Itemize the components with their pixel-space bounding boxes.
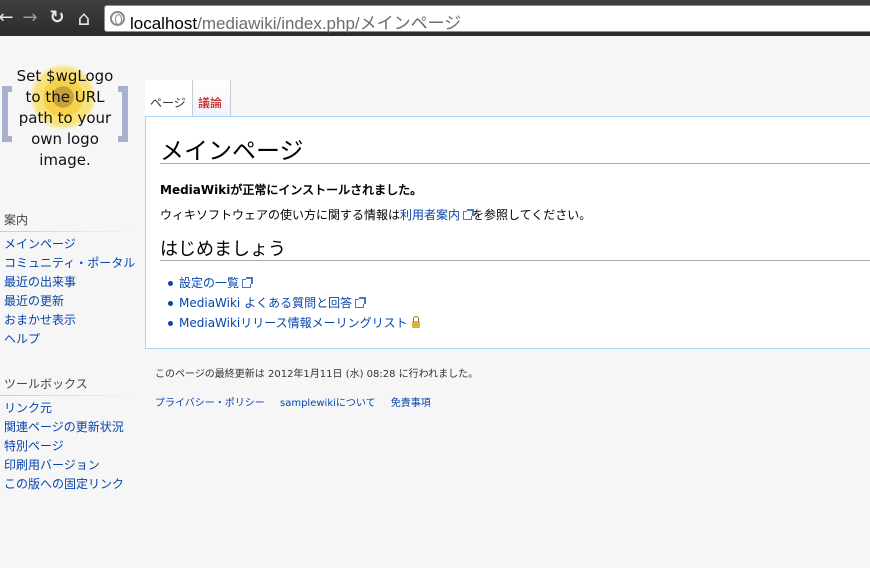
sidebar-item-main-page[interactable]: メインページ bbox=[4, 235, 135, 254]
page-title: メインページ bbox=[160, 137, 304, 165]
user-guide-link[interactable]: 利用者案内 bbox=[400, 208, 460, 222]
mailing-list-link[interactable]: MediaWikiリリース情報メーリングリスト bbox=[179, 316, 408, 330]
lock-icon bbox=[411, 316, 420, 328]
navigation-divider bbox=[0, 231, 140, 232]
footer-links: プライバシー・ポリシー samplewikiについて 免責事項 bbox=[155, 394, 443, 409]
url-host: localhost bbox=[130, 14, 198, 33]
sidebar-item-permanent-link[interactable]: この版への固定リンク bbox=[4, 475, 124, 494]
list-item: MediaWikiリリース情報メーリングリスト bbox=[166, 313, 420, 333]
sidebar-item-what-links-here[interactable]: リンク元 bbox=[4, 399, 124, 418]
info-prefix: ウィキソフトウェアの使い方に関する情報は bbox=[160, 208, 401, 222]
navigation-heading: 案内 bbox=[4, 213, 29, 227]
config-settings-link[interactable]: 設定の一覧 bbox=[179, 276, 239, 290]
logo-line: Set $wgLogo bbox=[16, 67, 114, 85]
logo-line: own logo bbox=[31, 130, 99, 148]
external-link-icon bbox=[242, 277, 254, 288]
address-url: localhost/mediawiki/index.php/メインページ bbox=[130, 9, 461, 34]
forward-icon[interactable]: → bbox=[20, 7, 40, 29]
faq-link[interactable]: MediaWiki よくある質問と回答 bbox=[179, 296, 352, 310]
info-suffix: を参照してください。 bbox=[472, 208, 592, 222]
logo-line: image. bbox=[39, 151, 91, 169]
sidebar-item-community-portal[interactable]: コミュニティ・ポータル bbox=[4, 254, 135, 273]
sidebar-item-current-events[interactable]: 最近の出来事 bbox=[4, 273, 135, 292]
getting-started-list: 設定の一覧 MediaWiki よくある質問と回答 MediaWikiリリース情… bbox=[166, 273, 420, 333]
sidebar-item-related-changes[interactable]: 関連ページの更新状況 bbox=[4, 418, 124, 437]
about-link[interactable]: samplewikiについて bbox=[280, 398, 376, 409]
browser-toolbar: ← → ↻ ⌂ localhost/mediawiki/index.php/メイ… bbox=[0, 0, 870, 36]
wiki-logo[interactable]: Set $wgLogo to the URL path to your own … bbox=[0, 54, 130, 184]
tab-talk[interactable]: 議論 bbox=[193, 80, 231, 117]
sidebar-item-recent-changes[interactable]: 最近の更新 bbox=[4, 292, 135, 311]
disclaimers-link[interactable]: 免責事項 bbox=[391, 398, 431, 409]
info-paragraph: ウィキソフトウェアの使い方に関する情報は利用者案内 を参照してください。 bbox=[160, 206, 591, 223]
logo-line: path to your bbox=[18, 109, 112, 127]
external-link-icon bbox=[355, 297, 367, 308]
logo-line: to the URL bbox=[25, 88, 105, 106]
tab-page[interactable]: ページ bbox=[145, 80, 193, 117]
privacy-policy-link[interactable]: プライバシー・ポリシー bbox=[155, 398, 265, 409]
sidebar-item-special-pages[interactable]: 特別ページ bbox=[4, 437, 124, 456]
sidebar-item-printable-version[interactable]: 印刷用バージョン bbox=[4, 456, 124, 475]
url-path: /mediawiki/index.php/メインページ bbox=[197, 14, 462, 33]
toolbox-list: リンク元 関連ページの更新状況 特別ページ 印刷用バージョン この版への固定リン… bbox=[4, 399, 124, 494]
external-link-icon bbox=[463, 209, 475, 220]
reload-icon[interactable]: ↻ bbox=[47, 7, 67, 29]
navigation-list: メインページ コミュニティ・ポータル 最近の出来事 最近の更新 おまかせ表示 ヘ… bbox=[4, 235, 135, 349]
globe-icon bbox=[110, 11, 125, 26]
home-icon[interactable]: ⌂ bbox=[74, 7, 94, 29]
back-icon[interactable]: ← bbox=[0, 7, 16, 29]
address-bar[interactable]: localhost/mediawiki/index.php/メインページ bbox=[104, 5, 870, 34]
logo-placeholder-text: Set $wgLogo to the URL path to your own … bbox=[0, 66, 130, 171]
toolbox-divider bbox=[0, 395, 140, 396]
sidebar-item-random-page[interactable]: おまかせ表示 bbox=[4, 311, 135, 330]
install-message: MediaWikiが正常にインストールされました。 bbox=[160, 183, 423, 197]
content-area: メインページ MediaWikiが正常にインストールされました。 ウィキソフトウ… bbox=[145, 116, 870, 349]
list-item: MediaWiki よくある質問と回答 bbox=[166, 293, 420, 313]
toolbox-heading: ツールボックス bbox=[4, 377, 88, 391]
list-item: 設定の一覧 bbox=[166, 273, 420, 293]
section-heading: はじめましょう bbox=[160, 239, 286, 260]
sidebar-item-help[interactable]: ヘルプ bbox=[4, 330, 135, 349]
section-divider bbox=[160, 260, 870, 261]
last-modified-info: このページの最終更新は 2012年1月11日 (水) 08:28 に行われました… bbox=[155, 369, 479, 380]
title-divider bbox=[160, 163, 870, 164]
